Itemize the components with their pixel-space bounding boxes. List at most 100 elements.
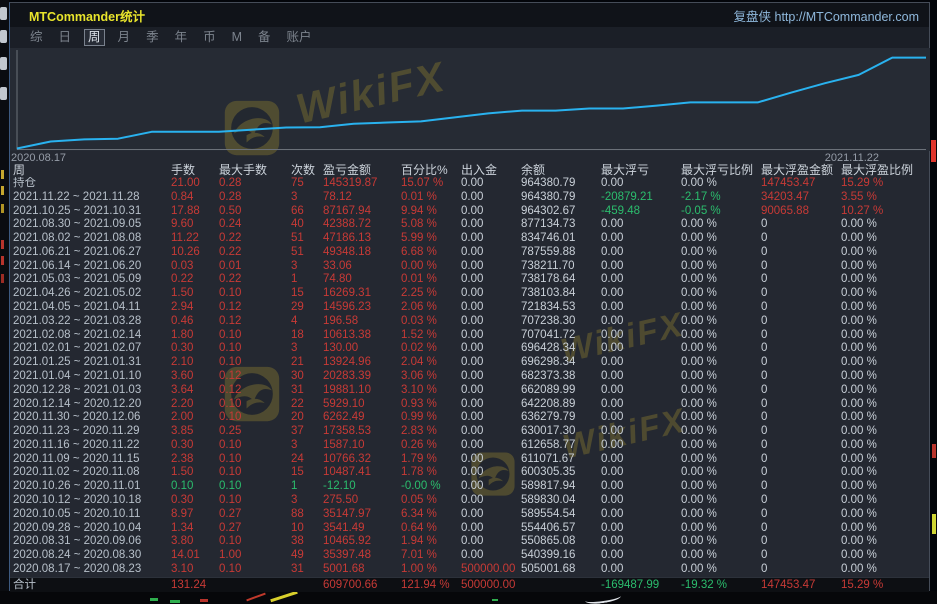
row-value: 877134.73 (521, 218, 601, 232)
table-row[interactable]: 2020.10.12 ~ 2020.10.180.300.103275.500.… (10, 494, 929, 508)
row-value: 964380.79 (521, 191, 601, 205)
table-row[interactable]: 2021.08.02 ~ 2021.08.0811.220.225147186.… (10, 232, 929, 246)
row-value: 10.27 % (841, 205, 929, 219)
menu-item-季[interactable]: 季 (143, 30, 162, 45)
table-row[interactable]: 2020.08.31 ~ 2020.09.063.800.103810465.9… (10, 535, 929, 549)
row-value: 87167.94 (323, 205, 401, 219)
row-value: 0.22 (219, 232, 291, 246)
row-value: 0.00 % (681, 453, 761, 467)
row-value: 2.20 (171, 398, 219, 412)
menu-item-M[interactable]: M (229, 30, 245, 45)
brand-link[interactable]: 复盘侠 http://MTCommander.com (734, 6, 929, 25)
menu-item-币[interactable]: 币 (200, 30, 219, 45)
table-row[interactable]: 2021.04.26 ~ 2021.05.021.500.101516269.3… (10, 287, 929, 301)
menu-bar: 综日周月季年币M备账户 (10, 27, 929, 48)
table-row[interactable]: 2020.09.28 ~ 2020.10.041.340.27103541.49… (10, 522, 929, 536)
table-row[interactable]: 2020.11.30 ~ 2020.12.062.000.10206262.49… (10, 411, 929, 425)
table-row[interactable]: 2021.08.30 ~ 2021.09.059.600.244042388.7… (10, 218, 929, 232)
row-value: 0.22 (171, 273, 219, 287)
table-row[interactable]: 2020.08.24 ~ 2020.08.3014.011.004935397.… (10, 549, 929, 563)
row-period: 2020.11.09 ~ 2020.11.15 (13, 453, 171, 467)
row-value: 0.00 (601, 466, 681, 480)
table-row[interactable]: 2021.01.04 ~ 2021.01.103.600.123020283.3… (10, 370, 929, 384)
window-title: MTCommander统计 (10, 6, 145, 25)
row-period: 2021.03.22 ~ 2021.03.28 (13, 315, 171, 329)
row-value: 0.00 (601, 356, 681, 370)
row-value: 5001.68 (323, 563, 401, 577)
row-value: 0.00 (601, 232, 681, 246)
row-value: 787559.88 (521, 246, 601, 260)
row-period: 2020.11.02 ~ 2020.11.08 (13, 466, 171, 480)
row-value: 2.38 (171, 453, 219, 467)
row-value: 275.50 (323, 494, 401, 508)
row-value: 0.00 % (681, 232, 761, 246)
table-row[interactable]: 2020.10.05 ~ 2020.10.118.970.278835147.9… (10, 508, 929, 522)
table-row[interactable]: 2020.11.23 ~ 2020.11.293.850.253717358.5… (10, 425, 929, 439)
row-period: 2020.10.12 ~ 2020.10.18 (13, 494, 171, 508)
menu-item-周[interactable]: 周 (84, 29, 105, 46)
row-value: 0.00 % (681, 411, 761, 425)
table-row[interactable]: 2021.06.21 ~ 2021.06.2710.260.225149348.… (10, 246, 929, 260)
row-value: 35147.97 (323, 508, 401, 522)
row-value: 0.00 % (681, 425, 761, 439)
table-row[interactable]: 2021.05.03 ~ 2021.05.090.220.22174.800.0… (10, 273, 929, 287)
row-value (219, 578, 291, 592)
row-value: -0.00 % (401, 480, 461, 494)
table-row[interactable]: 2020.10.26 ~ 2020.11.010.100.101-12.10-0… (10, 480, 929, 494)
table-row[interactable]: 2021.02.08 ~ 2021.02.141.800.101810613.3… (10, 329, 929, 343)
row-value: 0.30 (171, 439, 219, 453)
table-row[interactable]: 2020.08.17 ~ 2020.08.233.100.10315001.68… (10, 563, 929, 577)
table-row[interactable]: 2021.02.01 ~ 2021.02.070.300.103130.000.… (10, 342, 929, 356)
column-header: 次数 (291, 163, 323, 177)
row-value: 90065.88 (761, 205, 841, 219)
row-value: 1.50 (171, 466, 219, 480)
row-period: 2020.11.30 ~ 2020.12.06 (13, 411, 171, 425)
menu-item-备[interactable]: 备 (255, 30, 274, 45)
menu-item-综[interactable]: 综 (27, 30, 46, 45)
row-value: 33.06 (323, 260, 401, 274)
row-period: 2021.01.25 ~ 2021.01.31 (13, 356, 171, 370)
background-window-edge-bottom (0, 591, 937, 604)
row-value: 0.00 (461, 315, 521, 329)
row-value: 0.00 (461, 453, 521, 467)
table-row[interactable]: 2021.11.22 ~ 2021.11.280.840.28378.120.0… (10, 191, 929, 205)
row-value: 131.24 (171, 578, 219, 592)
table-row[interactable]: 2021.01.25 ~ 2021.01.312.100.102113924.9… (10, 356, 929, 370)
table-row[interactable]: 2020.12.28 ~ 2021.01.033.640.123119881.1… (10, 384, 929, 398)
menu-item-日[interactable]: 日 (56, 30, 75, 45)
table-row[interactable]: 2021.06.14 ~ 2021.06.200.030.01333.060.0… (10, 260, 929, 274)
column-header: 最大浮盈金额 (761, 163, 841, 177)
table-row[interactable]: 2020.11.16 ~ 2020.11.220.300.1031587.100… (10, 439, 929, 453)
row-value: 0.12 (219, 315, 291, 329)
row-value: 1 (291, 480, 323, 494)
row-value: 0.00 (601, 315, 681, 329)
table-row[interactable]: 2021.04.05 ~ 2021.04.112.940.122914596.2… (10, 301, 929, 315)
table-row[interactable]: 2021.10.25 ~ 2021.10.3117.880.506687167.… (10, 205, 929, 219)
row-value: 0.25 (219, 425, 291, 439)
row-period: 2021.04.26 ~ 2021.05.02 (13, 287, 171, 301)
row-value: 0.00 % (681, 329, 761, 343)
menu-item-年[interactable]: 年 (172, 30, 191, 45)
row-value: 0.00 (601, 384, 681, 398)
row-value: 78.12 (323, 191, 401, 205)
row-value: -169487.99 (601, 578, 681, 592)
row-value: 0 (761, 425, 841, 439)
row-period: 2021.06.21 ~ 2021.06.27 (13, 246, 171, 260)
row-value: 0.00 % (681, 342, 761, 356)
row-value: 0.10 (219, 356, 291, 370)
row-value: 0.00 % (841, 453, 929, 467)
table-row[interactable]: 2021.03.22 ~ 2021.03.280.460.124196.580.… (10, 315, 929, 329)
row-value: 15.07 % (401, 177, 461, 191)
row-value: 0.00 (461, 466, 521, 480)
table-header: 周手数最大手数次数盈亏金额百分比%出入金余额最大浮亏最大浮亏比例最大浮盈金额最大… (10, 163, 929, 177)
menu-item-月[interactable]: 月 (115, 30, 134, 45)
row-value: 0 (761, 549, 841, 563)
table-row[interactable]: 持仓21.000.2875145319.8715.07 %0.00964380.… (10, 177, 929, 191)
table-row[interactable]: 2020.11.09 ~ 2020.11.152.380.102410766.3… (10, 453, 929, 467)
row-value: 13924.96 (323, 356, 401, 370)
menu-item-账户[interactable]: 账户 (284, 30, 315, 45)
row-value: 0.00 (461, 439, 521, 453)
table-row[interactable]: 2020.12.14 ~ 2020.12.202.200.10225929.10… (10, 398, 929, 412)
table-row[interactable]: 2020.11.02 ~ 2020.11.081.500.101510487.4… (10, 466, 929, 480)
row-period: 2021.02.08 ~ 2021.02.14 (13, 329, 171, 343)
